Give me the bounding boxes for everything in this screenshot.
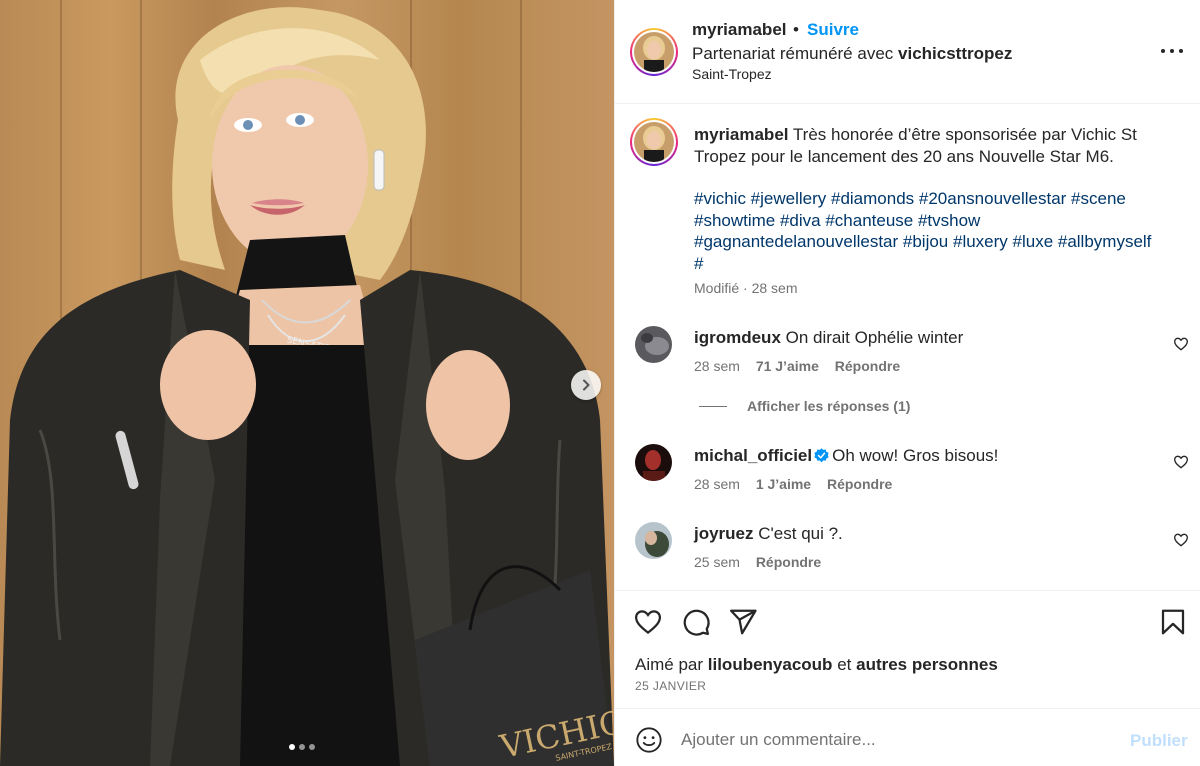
hashtag-line[interactable]: #showtime #diva #chanteuse #tvshow: [694, 210, 1174, 232]
reply-button[interactable]: Répondre: [835, 358, 900, 374]
reply-button[interactable]: Répondre: [756, 554, 821, 570]
like-comment-heart-icon[interactable]: [1173, 454, 1189, 470]
comment-meta: 25 sem Répondre: [694, 554, 821, 570]
partner-link[interactable]: vichicsttropez: [898, 44, 1012, 63]
carousel-dot-active: [289, 744, 295, 750]
instagram-post: SENSATIONS VICHIC SAINT-TROPEZ: [0, 0, 1200, 766]
caption-author-avatar[interactable]: [630, 118, 678, 166]
post-header: myriamabel • Suivre Partenariat rémunéré…: [615, 0, 1200, 104]
author-avatar[interactable]: [630, 28, 678, 76]
bookmark-icon[interactable]: [1158, 607, 1188, 637]
avatar-image: [635, 522, 672, 559]
comment-text: igromdeux On dirait Ophélie winter: [694, 328, 963, 348]
comment-time[interactable]: 28 sem: [694, 476, 740, 492]
post-date[interactable]: 25 JANVIER: [635, 679, 706, 693]
comment-time[interactable]: 25 sem: [694, 554, 740, 570]
comment-username[interactable]: joyruez: [694, 524, 754, 543]
follow-button[interactable]: Suivre: [807, 20, 859, 40]
comment-likes[interactable]: 71 J’aime: [756, 358, 819, 374]
post-location[interactable]: Saint-Tropez: [692, 66, 772, 82]
carousel-dot: [299, 744, 305, 750]
comment-avatar[interactable]: [635, 522, 672, 559]
caption-text: myriamabel Très honorée d’être sponsoris…: [694, 124, 1174, 168]
publish-button[interactable]: Publier: [1130, 731, 1188, 751]
comment-avatar[interactable]: [635, 326, 672, 363]
post-side-panel: myriamabel • Suivre Partenariat rémunéré…: [614, 0, 1200, 766]
comment-icon[interactable]: [681, 607, 711, 637]
hashtag-line[interactable]: #gagnantedelanouvellestar #bijou #luxery…: [694, 231, 1174, 253]
comment-text: joyruez C'est qui ?.: [694, 524, 843, 544]
likes-prefix: Aimé par: [635, 655, 704, 674]
edited-label: Modifié: [694, 280, 740, 296]
paid-partnership-label: Partenariat rémunéré avec vichicsttropez: [692, 44, 1012, 64]
liked-by-others[interactable]: autres personnes: [856, 655, 998, 674]
post-actions: Aimé par liloubenyacoub et autres person…: [615, 590, 1200, 708]
emoji-icon[interactable]: [635, 726, 663, 754]
comment-time[interactable]: 28 sem: [694, 358, 740, 374]
comment-meta: 28 sem 1 J’aime Répondre: [694, 476, 892, 492]
liked-by-user[interactable]: liloubenyacoub: [708, 655, 833, 674]
caption-time[interactable]: 28 sem: [752, 280, 798, 296]
comment-composer: Publier: [615, 708, 1200, 766]
caption-username[interactable]: myriamabel: [694, 125, 789, 144]
more-dot-icon: [1179, 49, 1183, 53]
reply-button[interactable]: Répondre: [827, 476, 892, 492]
author-username[interactable]: myriamabel: [692, 20, 787, 40]
verified-badge-icon: [814, 448, 829, 463]
hashtag-line[interactable]: #: [694, 253, 1174, 275]
avatar-image: [634, 32, 674, 72]
avatar-image: [634, 122, 674, 162]
comment-username[interactable]: igromdeux: [694, 328, 781, 347]
view-replies-button[interactable]: Afficher les réponses (1): [699, 398, 910, 414]
comment-likes[interactable]: 1 J’aime: [756, 476, 811, 492]
comment-username[interactable]: michal_officiel: [694, 446, 812, 465]
post-photo: SENSATIONS VICHIC SAINT-TROPEZ: [0, 7, 614, 766]
carousel-dots: [289, 744, 315, 750]
header-separator: •: [793, 20, 799, 39]
like-comment-heart-icon[interactable]: [1173, 532, 1189, 548]
partnership-prefix: Partenariat rémunéré avec: [692, 44, 894, 63]
hashtag-line[interactable]: #vichic #jewellery #diamonds #20ansnouve…: [694, 188, 1174, 210]
view-replies-label[interactable]: Afficher les réponses (1): [747, 398, 910, 414]
heart-icon[interactable]: [633, 607, 663, 637]
comments-section[interactable]: myriamabel Très honorée d’être sponsoris…: [615, 104, 1200, 590]
like-comment-heart-icon[interactable]: [1173, 336, 1189, 352]
comment-meta: 28 sem 71 J’aime Répondre: [694, 358, 900, 374]
likes-summary: Aimé par liloubenyacoub et autres person…: [635, 655, 998, 675]
caption-hashtags[interactable]: #vichic #jewellery #diamonds #20ansnouve…: [694, 188, 1174, 274]
more-options-button[interactable]: [1161, 42, 1183, 60]
more-dot-icon: [1161, 49, 1165, 53]
comment-avatar[interactable]: [635, 444, 672, 481]
comment-body: On dirait Ophélie winter: [785, 328, 964, 347]
likes-connector: et: [837, 655, 852, 674]
meta-dot: ·: [743, 280, 748, 296]
more-dot-icon: [1170, 49, 1174, 53]
comment-body: C'est qui ?.: [758, 524, 843, 543]
comment-body: Oh wow! Gros bisous!: [832, 446, 999, 465]
carousel-dot: [309, 744, 315, 750]
replies-divider: [699, 405, 727, 407]
avatar-image: [635, 326, 672, 363]
comment-input[interactable]: [681, 727, 1101, 753]
chevron-right-icon: [583, 379, 590, 391]
carousel-next-button[interactable]: [571, 370, 601, 400]
comment-text: michal_officiel Oh wow! Gros bisous!: [694, 446, 998, 466]
caption-meta: Modifié · 28 sem: [694, 280, 798, 296]
share-icon[interactable]: [728, 607, 758, 637]
post-media[interactable]: SENSATIONS VICHIC SAINT-TROPEZ: [0, 0, 614, 766]
avatar-image: [635, 444, 672, 481]
